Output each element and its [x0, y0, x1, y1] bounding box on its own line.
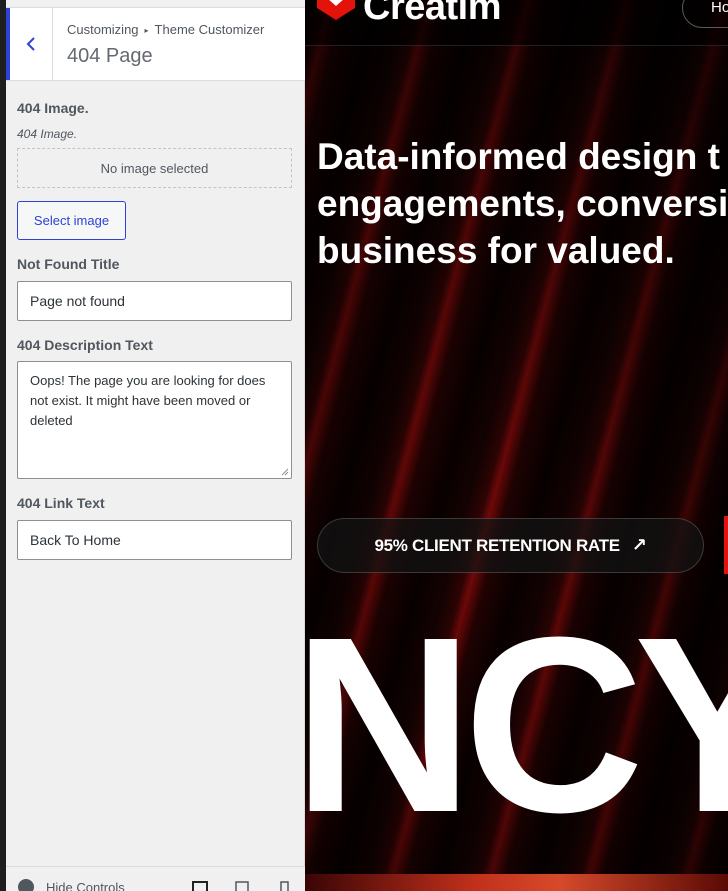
- bottom-image-strip: [305, 874, 728, 891]
- hide-controls-button[interactable]: Hide Controls: [18, 879, 125, 891]
- arrow-up-right-icon: ↗: [631, 535, 647, 555]
- image-control-description: 404 Image.: [17, 127, 78, 141]
- resize-grip-icon[interactable]: [281, 468, 289, 476]
- image-placeholder: No image selected: [17, 148, 292, 188]
- tablet-preview-icon[interactable]: [234, 881, 250, 891]
- breadcrumb-separator-icon: ▸: [144, 26, 149, 35]
- image-control-label: 404 Image.: [17, 100, 89, 116]
- panel-title: 404 Page: [67, 45, 153, 67]
- site-header: Creatim Ho: [305, 0, 728, 46]
- chevron-left-icon: [26, 37, 35, 51]
- breadcrumb-root: Customizing: [67, 22, 139, 37]
- link-text-input[interactable]: Back To Home: [17, 520, 292, 560]
- desktop-preview-icon[interactable]: [192, 881, 208, 891]
- client-retention-button[interactable]: 95% CLIENT RETENTION RATE ↗: [317, 518, 704, 573]
- logo-mark-icon: [317, 0, 355, 20]
- headline-line-1: Data-informed design t: [317, 136, 720, 177]
- not-found-title-input[interactable]: Page not found: [17, 281, 292, 321]
- title-control-label: Not Found Title: [17, 256, 120, 272]
- description-textarea[interactable]: Oops! The page you are looking for does …: [17, 361, 292, 479]
- collapse-icon: [18, 879, 34, 891]
- description-text: Oops! The page you are looking for does …: [30, 373, 266, 428]
- panel-footer: Hide Controls: [6, 866, 305, 891]
- panel-top-divider: [6, 0, 305, 8]
- headline-line-2: engagements, conversi: [317, 183, 728, 224]
- site-preview: Creatim Ho Data-informed design t engage…: [305, 0, 728, 891]
- description-control-label: 404 Description Text: [17, 337, 153, 353]
- breadcrumb-section: Theme Customizer: [154, 22, 265, 37]
- customizer-panel: Customizing ▸ Theme Customizer 404 Page 40…: [6, 0, 305, 891]
- retention-label: 95% CLIENT RETENTION RATE: [374, 535, 620, 555]
- back-button[interactable]: [6, 8, 53, 80]
- breadcrumb: Customizing ▸ Theme Customizer: [67, 22, 264, 37]
- marquee-text: NCY C: [305, 585, 728, 864]
- link-control-label: 404 Link Text: [17, 495, 105, 511]
- hide-controls-label: Hide Controls: [46, 879, 125, 891]
- hero-headline: Data-informed design t engagements, conv…: [317, 133, 728, 274]
- site-logo[interactable]: Creatim: [363, 0, 502, 29]
- headline-line-3: business for valued.: [317, 230, 675, 271]
- nav-home-button[interactable]: Ho: [682, 0, 728, 28]
- secondary-cta-edge[interactable]: [724, 516, 728, 574]
- panel-header: Customizing ▸ Theme Customizer 404 Page: [6, 8, 305, 81]
- mobile-preview-icon[interactable]: [276, 881, 292, 891]
- select-image-button[interactable]: Select image: [17, 201, 126, 240]
